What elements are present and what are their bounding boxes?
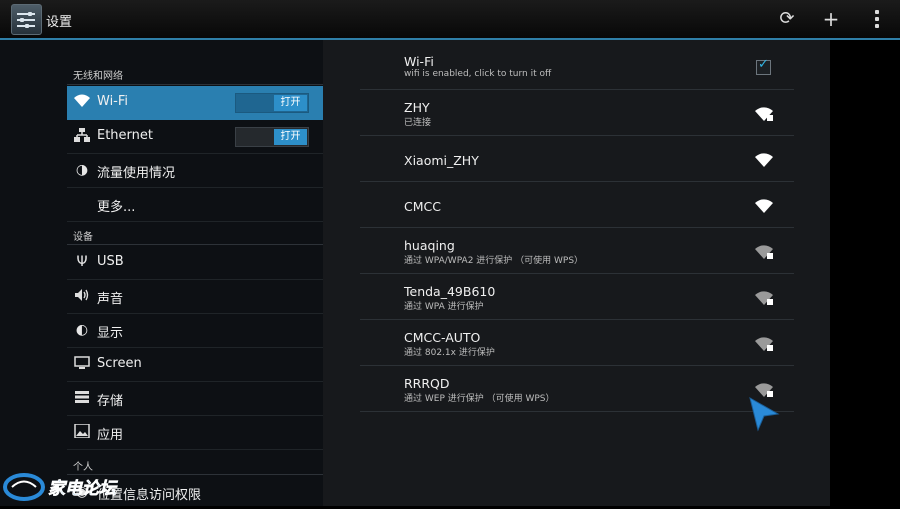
section-header-device: 设备 [73, 232, 93, 243]
sidebar-item-label: Ethernet [97, 128, 153, 143]
forum-watermark-logo: 家电论坛 [3, 473, 118, 501]
wifi-network-row[interactable]: huaqing 通过 WPA/WPA2 进行保护 （可使用 WPS） [360, 228, 794, 274]
usb-icon: Ψ [76, 254, 88, 270]
volume-icon [74, 288, 90, 304]
wifi-lock-signal-icon [755, 291, 773, 305]
sidebar-item-apps[interactable]: 应用 [67, 416, 323, 450]
storage-icon [74, 390, 90, 406]
add-icon[interactable]: + [820, 8, 842, 30]
sidebar-item-data-usage[interactable]: ◑ 流量使用情况 [67, 154, 323, 188]
sidebar-item-ethernet[interactable]: Ethernet 打开 [67, 120, 323, 154]
app-title: 设置 [46, 15, 73, 30]
brightness-icon: ◐ [75, 322, 89, 338]
sidebar-item-label: 应用 [97, 428, 124, 443]
sidebar-item-storage[interactable]: 存储 [67, 382, 323, 416]
wifi-network-name: Xiaomi_ZHY [404, 153, 479, 168]
settings-sliders-icon[interactable] [11, 4, 42, 35]
wifi-network-name: Tenda_49B610 [404, 284, 496, 299]
wifi-network-row[interactable]: RRRQD 通过 WEP 进行保护 （可使用 WPS） [360, 366, 794, 412]
sidebar-item-label: Screen [97, 356, 142, 371]
sidebar-item-label: Wi-Fi [97, 94, 129, 109]
sidebar-item-label: 流量使用情况 [97, 166, 176, 181]
wifi-signal-icon [755, 153, 773, 167]
sidebar-item-usb[interactable]: Ψ USB [67, 246, 323, 280]
section-header-wireless: 无线和网络 [73, 71, 123, 82]
wifi-network-name: CMCC-AUTO [404, 330, 481, 345]
wifi-network-name: ZHY [404, 100, 430, 115]
toggle-thumb: 打开 [274, 129, 307, 145]
ethernet-icon [74, 128, 90, 144]
wifi-detail-panel: Wi-Fi wifi is enabled, click to turn it … [323, 40, 830, 506]
wifi-network-status: 通过 802.1x 进行保护 [404, 348, 495, 358]
wifi-icon [74, 94, 90, 110]
wifi-lock-signal-icon [755, 337, 773, 351]
right-margin [830, 40, 900, 506]
sidebar-item-screen[interactable]: Screen [67, 348, 323, 382]
sidebar-item-label: 显示 [97, 326, 124, 341]
sidebar-item-more[interactable]: 更多... [67, 188, 323, 222]
svg-text:家电论坛: 家电论坛 [48, 479, 118, 499]
action-bar: 设置 ⟳ + [0, 0, 900, 40]
sidebar-item-sound[interactable]: 声音 [67, 280, 323, 314]
wifi-network-name: RRRQD [404, 376, 450, 391]
sidebar-item-label: 更多... [97, 200, 136, 215]
wifi-network-status: 通过 WPA/WPA2 进行保护 （可使用 WPS） [404, 256, 584, 266]
check-icon: ✓ [758, 57, 769, 72]
data-usage-icon: ◑ [75, 162, 89, 178]
wifi-network-row[interactable]: Tenda_49B610 通过 WPA 进行保护 [360, 274, 794, 320]
wifi-header-title: Wi-Fi [404, 54, 434, 69]
wifi-network-status: 通过 WEP 进行保护 （可使用 WPS） [404, 394, 555, 404]
wifi-signal-icon [755, 199, 773, 213]
apps-icon [74, 423, 90, 440]
sidebar-item-label: USB [97, 254, 124, 269]
wifi-network-name: CMCC [404, 199, 441, 214]
overflow-menu-icon[interactable] [866, 8, 888, 30]
wifi-lock-signal-icon [755, 245, 773, 259]
wifi-header-subtitle: wifi is enabled, click to turn it off [404, 69, 552, 79]
divider [67, 84, 323, 85]
sidebar-item-wifi[interactable]: Wi-Fi 打开 [67, 86, 323, 120]
ethernet-toggle[interactable]: 打开 [235, 127, 309, 147]
wifi-network-row[interactable]: ZHY 已连接 [360, 90, 794, 136]
wifi-network-status: 通过 WPA 进行保护 [404, 302, 484, 312]
refresh-icon[interactable]: ⟳ [776, 8, 798, 30]
mouse-pointer-icon [749, 396, 780, 432]
wifi-master-row[interactable]: Wi-Fi wifi is enabled, click to turn it … [360, 44, 794, 90]
wifi-network-row[interactable]: CMCC [360, 182, 794, 228]
sidebar-item-display[interactable]: ◐ 显示 [67, 314, 323, 348]
sidebar-item-label: 声音 [97, 292, 124, 307]
toggle-thumb: 打开 [274, 95, 307, 111]
wifi-toggle[interactable]: 打开 [235, 93, 309, 113]
wifi-lock-signal-icon [755, 107, 773, 121]
divider [67, 244, 323, 245]
settings-sidebar: 无线和网络 Wi-Fi 打开 Ethernet 打开 ◑ 流量使用情况 更多..… [0, 40, 323, 506]
wifi-network-row[interactable]: Xiaomi_ZHY [360, 136, 794, 182]
wifi-enable-checkbox[interactable]: ✓ [756, 57, 771, 75]
wifi-network-name: huaqing [404, 238, 455, 253]
wifi-network-row[interactable]: CMCC-AUTO 通过 802.1x 进行保护 [360, 320, 794, 366]
screen-icon [74, 356, 90, 372]
wifi-network-status: 已连接 [404, 118, 432, 128]
sidebar-item-label: 存储 [97, 394, 124, 409]
